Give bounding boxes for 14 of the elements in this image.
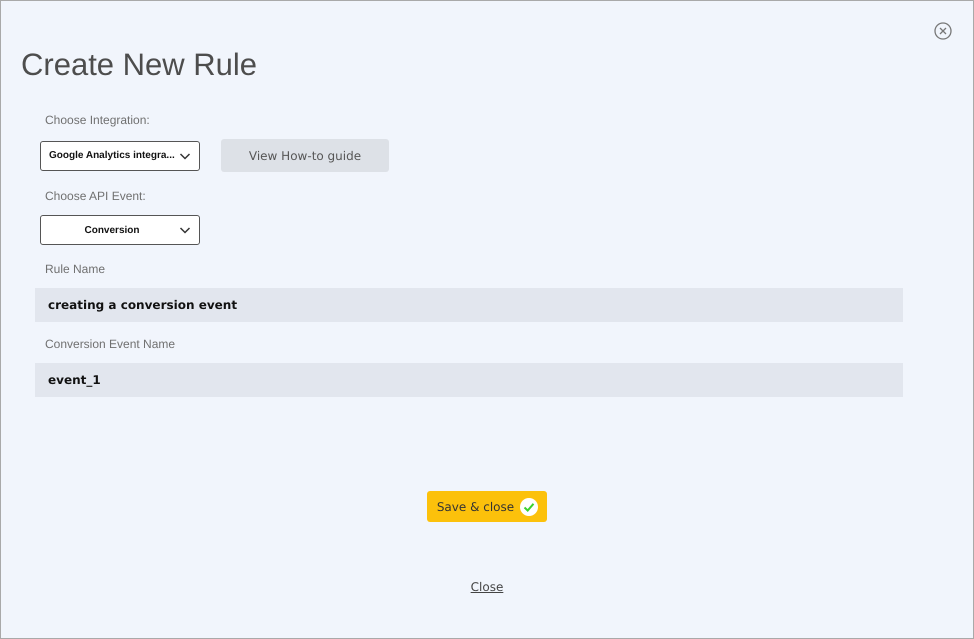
field-label: Choose Integration:	[45, 112, 151, 128]
field-label: Choose API Event:	[45, 188, 147, 204]
dropdown[interactable]: Conversion	[40, 215, 200, 245]
text-field[interactable]: creating a conversion event	[35, 288, 903, 322]
check-icon	[520, 498, 538, 516]
dialog-title: Create New Rule	[21, 46, 258, 84]
dropdown[interactable]: Google Analytics integra...	[40, 140, 200, 170]
field-label: Rule Name	[45, 261, 106, 277]
close-link[interactable]: Close	[470, 580, 504, 594]
close-icon[interactable]	[934, 22, 952, 40]
text-field[interactable]: event_1	[35, 363, 903, 397]
field-label: Conversion Event Name	[45, 336, 176, 352]
save-button[interactable]: Save & close	[426, 491, 548, 522]
how-to-guide-button[interactable]: View How-to guide	[221, 139, 389, 172]
